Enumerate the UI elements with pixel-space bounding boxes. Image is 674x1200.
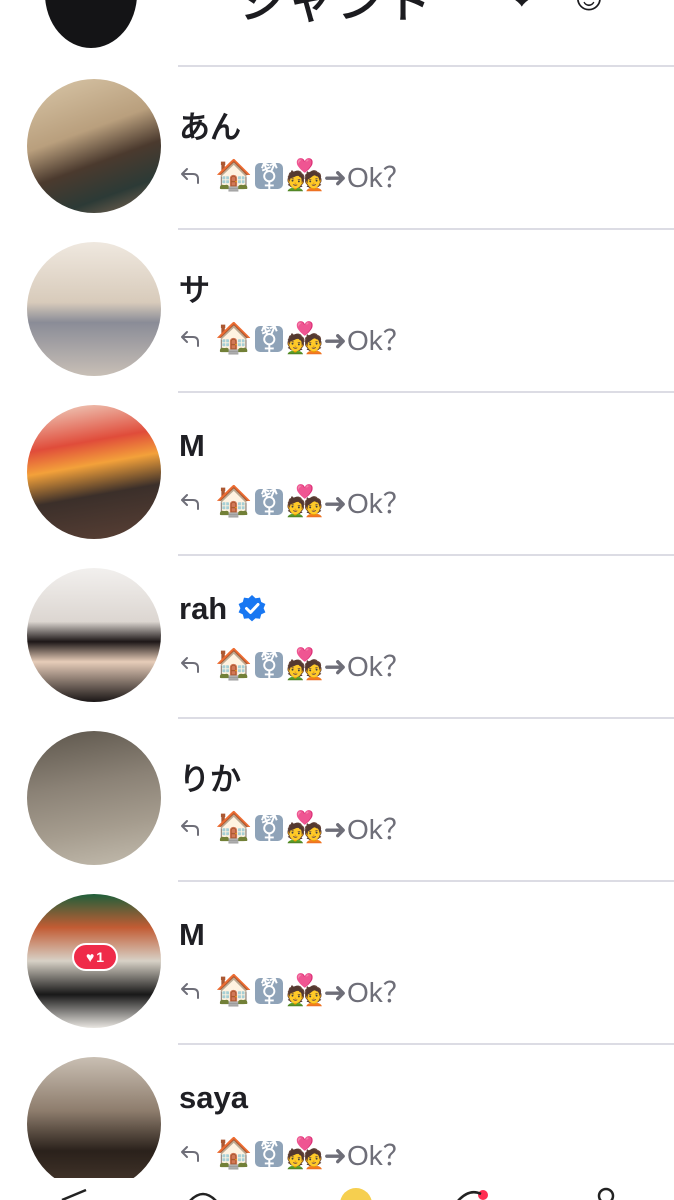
reply-arrow-icon xyxy=(179,980,201,1002)
contact-name: rah xyxy=(179,591,267,627)
house-emoji: 🏠 xyxy=(215,974,253,1007)
preview-text: ➜Ok？ xyxy=(323,325,411,356)
contact-name-text: M xyxy=(179,917,205,952)
chat-tab-icon[interactable] xyxy=(455,1184,485,1200)
avatar[interactable] xyxy=(27,1057,161,1191)
sticker-icon: ☺ xyxy=(569,0,640,19)
list-item[interactable]: ♥ 1 M 🏠 ⚧ 💑 ➜Ok？ xyxy=(0,881,674,1044)
send-icon[interactable] xyxy=(60,1184,88,1200)
contact-name: M xyxy=(179,917,205,953)
like-count-badge: ♥ 1 xyxy=(72,943,118,971)
contact-name: サ xyxy=(179,265,210,310)
message-preview: 🏠 ⚧ 💑 ➜Ok？ xyxy=(179,156,411,196)
transgender-symbol-emoji: ⚧ xyxy=(255,815,284,841)
message-preview: 🏠 ⚧ 💑 ➜Ok？ xyxy=(179,319,411,359)
couple-emoji: 💑 xyxy=(286,974,324,1007)
transgender-symbol-emoji: ⚧ xyxy=(255,652,284,678)
list-item[interactable]: サ 🏠 ⚧ 💑 ➜Ok？ xyxy=(0,229,674,392)
message-preview: 🏠 ⚧ 💑 ➜Ok？ xyxy=(179,482,411,522)
transgender-symbol-emoji: ⚧ xyxy=(255,1141,284,1167)
couple-emoji: 💑 xyxy=(286,159,324,192)
avatar[interactable] xyxy=(27,79,161,213)
couple-emoji: 💑 xyxy=(286,648,324,681)
list-item[interactable]: saya 🏠 ⚧ 💑 ➜Ok？ xyxy=(0,1044,674,1200)
chat-list-screen: ジャンド ❤☺ あん 🏠 ⚧ 💑 ➜Ok？ サ 🏠 ⚧ 💑 ➜Ok？ xyxy=(0,0,674,1200)
list-item[interactable]: りか 🏠 ⚧ 💑 ➜Ok？ xyxy=(0,718,674,881)
contact-name-text: サ xyxy=(179,273,210,308)
message-preview: 🏠 ⚧ 💑 ➜Ok？ xyxy=(179,645,411,685)
house-emoji: 🏠 xyxy=(215,159,253,192)
preview-text: ➜Ok？ xyxy=(323,977,411,1008)
like-count: 1 xyxy=(96,949,105,965)
reply-arrow-icon xyxy=(179,1143,201,1165)
contact-name: saya xyxy=(179,1080,248,1116)
house-emoji: 🏠 xyxy=(215,322,253,355)
heart-icon: ❤ xyxy=(505,0,569,19)
contact-name-text: りか xyxy=(179,762,241,797)
preview-text: ➜Ok？ xyxy=(323,488,411,519)
reply-arrow-icon xyxy=(179,491,201,513)
couple-emoji: 💑 xyxy=(286,1137,324,1170)
reply-arrow-icon xyxy=(179,654,201,676)
reply-arrow-icon xyxy=(179,328,201,350)
house-emoji: 🏠 xyxy=(215,1137,253,1170)
reply-arrow-icon xyxy=(179,817,201,839)
avatar[interactable] xyxy=(27,405,161,539)
couple-emoji: 💑 xyxy=(286,322,324,355)
message-preview: 🏠 ⚧ 💑 ➜Ok？ xyxy=(179,971,411,1011)
couple-emoji: 💑 xyxy=(286,811,324,844)
contact-name-text: M xyxy=(179,428,205,463)
preview-text: ➜Ok？ xyxy=(323,1140,411,1171)
top-row-icons: ❤☺ xyxy=(505,0,639,20)
list-item-top-partial[interactable]: ジャンド ❤☺ xyxy=(0,0,674,66)
transgender-symbol-emoji: ⚧ xyxy=(255,163,284,189)
transgender-symbol-emoji: ⚧ xyxy=(255,978,284,1004)
bottom-nav-bar xyxy=(0,1178,674,1200)
reply-arrow-icon xyxy=(179,165,201,187)
preview-text: ➜Ok？ xyxy=(323,814,411,845)
message-preview: 🏠 ⚧ 💑 ➜Ok？ xyxy=(179,1134,411,1174)
preview-text: ➜Ok？ xyxy=(323,162,411,193)
avatar[interactable] xyxy=(27,242,161,376)
avatar[interactable] xyxy=(27,731,161,865)
house-emoji: 🏠 xyxy=(215,648,253,681)
preview-text: ➜Ok？ xyxy=(323,651,411,682)
avatar[interactable] xyxy=(45,0,137,48)
contact-name-text: saya xyxy=(179,1080,248,1115)
profile-tab-icon[interactable] xyxy=(592,1184,620,1200)
top-row-name: ジャンド xyxy=(240,0,438,27)
message-preview: 🏠 ⚧ 💑 ➜Ok？ xyxy=(179,808,411,848)
contact-name: あん xyxy=(179,102,241,147)
list-item[interactable]: M 🏠 ⚧ 💑 ➜Ok？ xyxy=(0,392,674,555)
verified-badge-icon xyxy=(237,594,267,624)
transgender-symbol-emoji: ⚧ xyxy=(255,326,284,352)
couple-emoji: 💑 xyxy=(286,485,324,518)
house-emoji: 🏠 xyxy=(215,811,253,844)
avatar[interactable] xyxy=(27,568,161,702)
contact-name-text: rah xyxy=(179,591,228,626)
search-icon[interactable] xyxy=(186,1184,220,1200)
heart-icon: ♥ xyxy=(85,949,95,965)
house-emoji: 🏠 xyxy=(215,485,253,518)
list-item[interactable]: あん 🏠 ⚧ 💑 ➜Ok？ xyxy=(0,66,674,229)
contact-name: りか xyxy=(179,754,241,799)
list-item[interactable]: rah 🏠 ⚧ 💑 ➜Ok？ xyxy=(0,555,674,718)
contact-name-text: あん xyxy=(179,110,241,145)
contact-name: M xyxy=(179,428,205,464)
transgender-symbol-emoji: ⚧ xyxy=(255,489,284,515)
emoji-tab-icon[interactable] xyxy=(340,1188,372,1200)
